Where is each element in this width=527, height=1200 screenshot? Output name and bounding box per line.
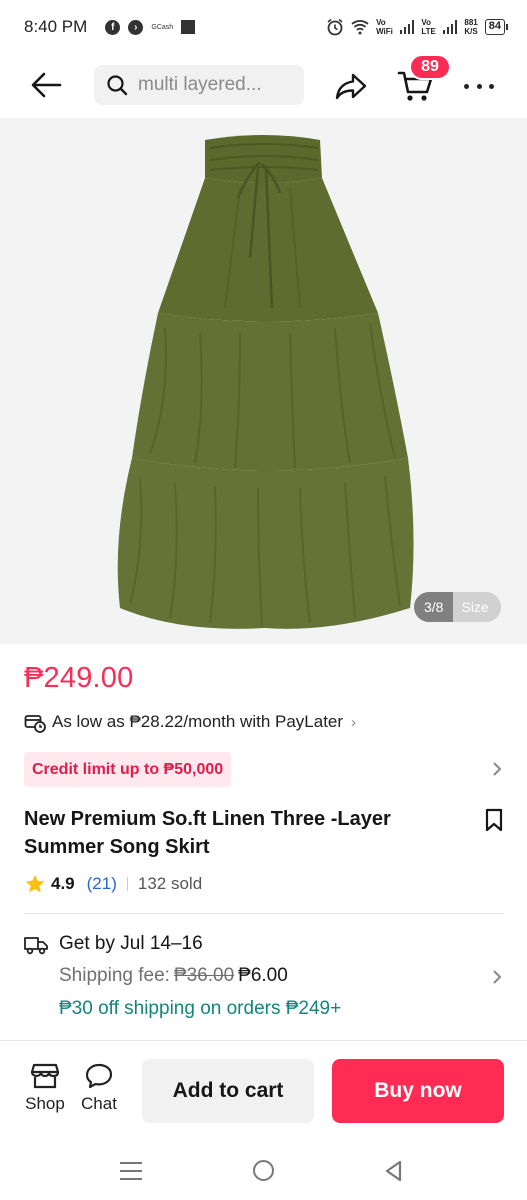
rating-row[interactable]: 4.9 (21) 132 sold <box>24 871 202 897</box>
messenger-notification-icon: › <box>128 19 144 35</box>
search-input[interactable]: multi layered... <box>94 65 304 105</box>
chevron-right-icon <box>493 970 502 984</box>
shipping-fee-original: ₱36.00 <box>173 965 235 986</box>
product-price: ₱249.00 <box>24 662 134 694</box>
product-title: New Premium So.ft Linen Three -Layer Sum… <box>24 808 391 858</box>
facebook-notification-icon: f <box>105 19 121 35</box>
size-label[interactable]: Size <box>453 592 501 622</box>
add-to-cart-button[interactable]: Add to cart <box>142 1059 314 1123</box>
battery-icon: 84 <box>484 19 509 35</box>
volte-indicator: Vo LTE <box>421 18 436 36</box>
skirt-product-image <box>117 135 414 629</box>
bottom-action-bar: Shop Chat Add to cart Buy now <box>0 1042 527 1142</box>
shipping-fee-discounted: ₱6.00 <box>238 965 288 986</box>
recent-apps-icon[interactable] <box>120 1162 142 1180</box>
image-counter[interactable]: 3/8 Size <box>414 592 501 622</box>
shop-label: Shop <box>25 1094 65 1113</box>
paylater-text: As low as ₱28.22/month with PayLater <box>52 712 344 731</box>
search-placeholder: multi layered... <box>138 74 262 95</box>
status-bar: 8:40 PM f › GCash Vo WiFi Vo LTE 881 K/S 84 <box>0 0 527 54</box>
back-triangle-icon[interactable] <box>384 1160 404 1182</box>
rating-score: 4.9 <box>51 874 75 893</box>
bookmark-icon[interactable] <box>484 808 504 832</box>
chat-icon <box>85 1063 113 1089</box>
chevron-right-icon: › <box>351 713 357 731</box>
chevron-right-icon <box>493 762 502 776</box>
image-index: 3/8 <box>414 592 454 622</box>
sold-count: 132 sold <box>137 874 203 893</box>
more-options-icon[interactable] <box>464 72 494 100</box>
star-icon <box>25 874 45 893</box>
app-notification-icon <box>181 20 196 34</box>
share-icon[interactable] <box>334 70 368 102</box>
paylater-icon <box>24 715 46 733</box>
shop-icon <box>30 1063 60 1089</box>
search-icon <box>107 75 128 96</box>
chat-label: Chat <box>81 1094 117 1113</box>
buy-now-button[interactable]: Buy now <box>332 1059 504 1123</box>
back-arrow-icon[interactable] <box>28 70 64 100</box>
alarm-icon <box>327 18 343 36</box>
wifi-icon <box>351 20 369 35</box>
network-speed: 881 K/S <box>464 18 478 36</box>
shop-button[interactable]: Shop <box>18 1062 72 1120</box>
divider <box>126 877 128 891</box>
signal-icon <box>399 20 415 34</box>
cart-count-badge: 89 <box>409 54 451 80</box>
section-divider <box>24 913 504 914</box>
vowifi-indicator: Vo WiFi <box>376 18 393 36</box>
chat-button[interactable]: Chat <box>76 1062 122 1120</box>
bottom-bar-divider <box>0 1040 527 1041</box>
credit-limit-row[interactable]: Credit limit up to ₱50,000 <box>24 752 504 788</box>
review-count[interactable]: (21) <box>87 874 117 894</box>
delivery-date: Get by Jul 14–16 <box>59 933 203 954</box>
signal-icon-2 <box>442 20 458 34</box>
shipping-fee: Shipping fee: ₱36.00 ₱6.00 <box>59 965 288 986</box>
delivery-truck-icon <box>24 937 48 955</box>
gcash-notification-icon: GCash <box>151 23 174 31</box>
shipping-section[interactable]: Get by Jul 14–16 Shipping fee: ₱36.00 ₱6.0… <box>24 930 504 1030</box>
home-icon[interactable] <box>253 1160 274 1181</box>
paylater-row[interactable]: As low as ₱28.22/month with PayLater › <box>24 710 356 734</box>
product-header: multi layered... 89 <box>0 54 527 114</box>
status-time: 8:40 PM <box>24 17 88 36</box>
shipping-promo: ₱30 off shipping on orders ₱249+ <box>59 998 342 1019</box>
system-navigation-bar <box>0 1142 527 1200</box>
product-image-gallery[interactable]: 3/8 Size <box>0 118 527 644</box>
credit-limit-badge: Credit limit up to ₱50,000 <box>24 752 232 787</box>
